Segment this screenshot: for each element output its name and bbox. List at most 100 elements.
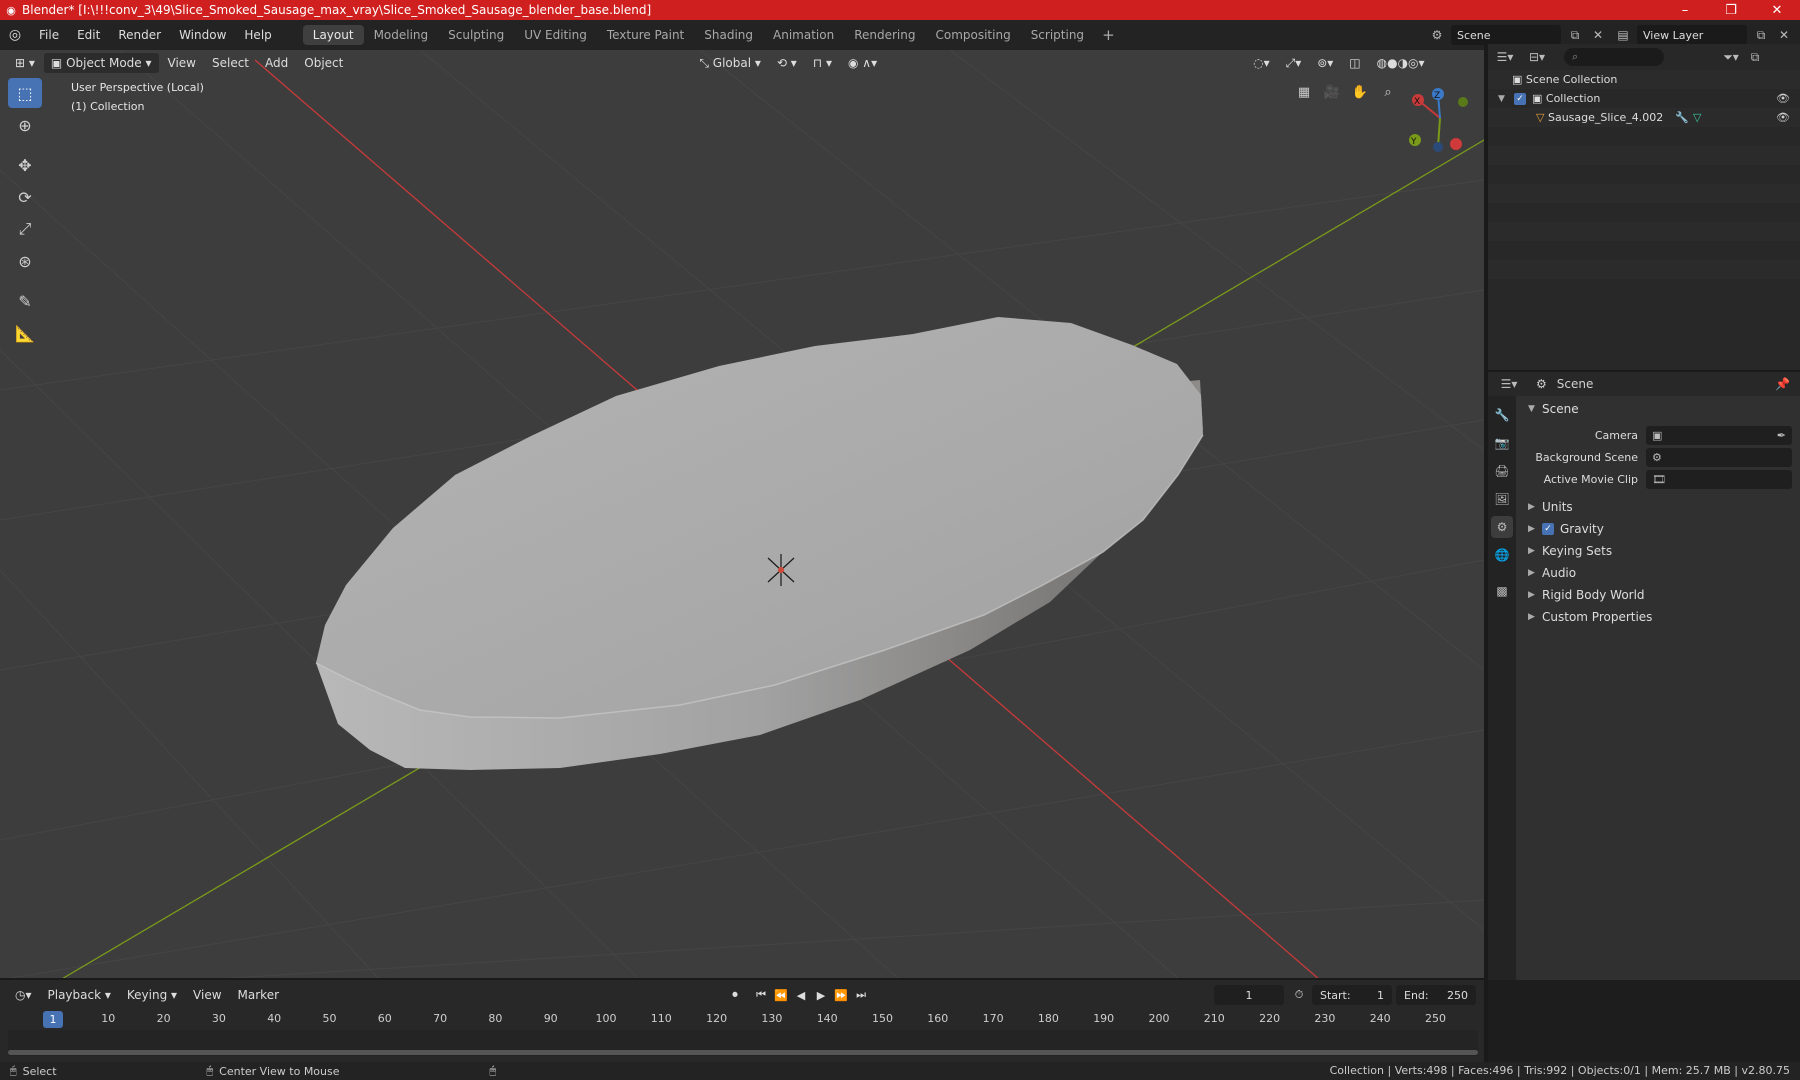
jump-keyframe-forward-icon[interactable]: ⏩ xyxy=(832,986,850,1004)
delete-scene-icon[interactable]: ✕ xyxy=(1589,26,1607,44)
camera-field[interactable]: ▣ ✒ xyxy=(1646,425,1792,445)
snap-icon[interactable]: ⊓ ▾ xyxy=(806,53,839,73)
menu-render[interactable]: Render xyxy=(109,28,170,42)
tab-scripting[interactable]: Scripting xyxy=(1021,25,1094,45)
view-layer-tab-icon[interactable]: 🖼 xyxy=(1491,488,1513,510)
transform-orientation-dropdown[interactable]: ⤡ Global ▾ xyxy=(692,53,768,73)
modifier-wrench-icon[interactable]: 🔧 xyxy=(1675,111,1689,124)
3d-viewport[interactable]: ⊞ ▾ ▣ Object Mode ▾ View Select Add Obje… xyxy=(0,50,1484,980)
add-menu[interactable]: Add xyxy=(258,53,295,73)
cursor-tool-icon[interactable]: ⊕ xyxy=(8,110,42,140)
background-scene-field[interactable]: ⚙ xyxy=(1646,447,1792,467)
add-workspace-icon[interactable]: + xyxy=(1094,26,1123,44)
tool-tab-icon[interactable]: 🔧 xyxy=(1491,404,1513,426)
tab-uv-editing[interactable]: UV Editing xyxy=(514,25,597,45)
play-reverse-icon[interactable]: ◀ xyxy=(792,986,810,1004)
collection-visibility-eye-icon[interactable]: 👁 xyxy=(1776,92,1790,105)
menu-file[interactable]: File xyxy=(30,28,68,42)
frame-ruler[interactable]: 1 10 20 30 40 50 60 70 80 90 100 110 120 130 140 150 16… xyxy=(8,1010,1478,1030)
units-section[interactable]: ▶ Units xyxy=(1516,496,1800,518)
outliner-row-scene-collection[interactable]: ▣ Scene Collection xyxy=(1488,70,1800,89)
toggle-perspective-icon[interactable]: ▦ xyxy=(1292,80,1316,104)
gravity-checkbox[interactable]: ✓ xyxy=(1542,523,1554,535)
minimize-button[interactable]: – xyxy=(1662,3,1708,18)
timeline-scrollbar[interactable] xyxy=(8,1050,1478,1055)
texture-tab-icon[interactable]: ▩ xyxy=(1491,580,1513,602)
active-movie-clip-field[interactable]: 🎞 xyxy=(1646,469,1792,489)
timeline-editor-type-icon[interactable]: ◷▾ xyxy=(8,985,39,1005)
record-icon[interactable]: ⏺ xyxy=(726,986,744,1004)
current-frame-indicator[interactable]: 1 xyxy=(43,1011,63,1028)
new-view-layer-icon[interactable]: ⧉ xyxy=(1752,26,1770,44)
xray-toggle-icon[interactable]: ◫ xyxy=(1342,53,1367,73)
transform-tool-icon[interactable]: ⊛ xyxy=(8,246,42,276)
measure-tool-icon[interactable]: 📐 xyxy=(8,318,42,348)
output-tab-icon[interactable]: 🖨 xyxy=(1491,460,1513,482)
shading-modes-icon[interactable]: ◍●◑◎▾ xyxy=(1370,53,1432,73)
overlay-toggle-icon[interactable]: ⊚▾ xyxy=(1310,53,1340,73)
editor-type-button[interactable]: ⊞ ▾ xyxy=(8,53,42,73)
collapse-arrow-icon[interactable]: ▼ xyxy=(1498,94,1514,104)
play-icon[interactable]: ▶ xyxy=(812,986,830,1004)
start-frame-field[interactable]: Start: 1 xyxy=(1312,985,1392,1005)
marker-menu[interactable]: Marker xyxy=(231,985,286,1005)
delete-view-layer-icon[interactable]: ✕ xyxy=(1775,26,1793,44)
tab-sculpting[interactable]: Sculpting xyxy=(438,25,514,45)
proportional-editing-icon[interactable]: ◉ ∧▾ xyxy=(841,53,884,73)
camera-view-icon[interactable]: 🎥 xyxy=(1320,80,1344,104)
menu-edit[interactable]: Edit xyxy=(68,28,109,42)
tab-animation[interactable]: Animation xyxy=(763,25,844,45)
new-collection-icon[interactable]: ⧉ xyxy=(1746,48,1764,66)
gravity-section[interactable]: ▶ ✓ Gravity xyxy=(1516,518,1800,540)
render-tab-icon[interactable]: 📷 xyxy=(1491,432,1513,454)
menu-help[interactable]: Help xyxy=(235,28,280,42)
rigid-body-world-section[interactable]: ▶ Rigid Body World xyxy=(1516,584,1800,606)
view-layer-icon[interactable]: ▤ xyxy=(1614,26,1632,44)
object-menu[interactable]: Object xyxy=(297,53,350,73)
menu-window[interactable]: Window xyxy=(170,28,235,42)
viewport-canvas[interactable] xyxy=(0,50,1484,980)
playback-menu[interactable]: Playback ▾ xyxy=(41,985,118,1005)
move-tool-icon[interactable]: ✥ xyxy=(8,150,42,180)
jump-end-icon[interactable]: ⏭ xyxy=(852,986,870,1004)
jump-start-icon[interactable]: ⏮ xyxy=(752,986,770,1004)
outliner-row-object[interactable]: ▽ Sausage_Slice_4.002 🔧 ▽ 👁 xyxy=(1488,108,1800,127)
view-layer-field[interactable]: View Layer xyxy=(1637,25,1747,45)
keying-sets-section[interactable]: ▶ Keying Sets xyxy=(1516,540,1800,562)
preview-range-icon[interactable]: ⏱ xyxy=(1290,986,1308,1004)
pivot-point-icon[interactable]: ⟲ ▾ xyxy=(770,53,804,73)
tab-modeling[interactable]: Modeling xyxy=(364,25,439,45)
object-mode-dropdown[interactable]: ▣ Object Mode ▾ xyxy=(43,53,159,73)
outliner-row-collection[interactable]: ▼ ✓ ▣ Collection 👁 xyxy=(1488,89,1800,108)
filter-icon[interactable]: ⏷▾ xyxy=(1722,48,1740,66)
audio-section[interactable]: ▶ Audio xyxy=(1516,562,1800,584)
view-menu[interactable]: View xyxy=(161,53,203,73)
custom-properties-section[interactable]: ▶ Custom Properties xyxy=(1516,606,1800,628)
tab-texture-paint[interactable]: Texture Paint xyxy=(597,25,694,45)
scene-tab-icon[interactable]: ⚙ xyxy=(1491,516,1513,538)
close-button[interactable]: ✕ xyxy=(1754,3,1800,18)
eyedropper-icon[interactable]: ✒ xyxy=(1777,429,1786,442)
scene-panel-header[interactable]: ▼ Scene xyxy=(1516,398,1800,420)
scale-tool-icon[interactable]: ⤢ xyxy=(8,214,42,244)
navigation-gizmo[interactable]: X Z Y xyxy=(1398,78,1478,158)
outliner-search-input[interactable]: ⌕ xyxy=(1564,48,1664,66)
outliner-editor-type-icon[interactable]: ☰▾ xyxy=(1496,48,1514,66)
blender-menu-icon[interactable]: ◎ xyxy=(0,27,30,43)
timeline-view-menu[interactable]: View xyxy=(186,985,228,1005)
end-frame-field[interactable]: End: 250 xyxy=(1396,985,1476,1005)
select-menu[interactable]: Select xyxy=(205,53,256,73)
new-scene-icon[interactable]: ⧉ xyxy=(1566,26,1584,44)
scene-name-field[interactable]: Scene xyxy=(1451,25,1561,45)
tab-shading[interactable]: Shading xyxy=(694,25,763,45)
visibility-icon[interactable]: ◌▾ xyxy=(1246,53,1277,73)
world-tab-icon[interactable]: 🌐 xyxy=(1491,544,1513,566)
tab-rendering[interactable]: Rendering xyxy=(844,25,925,45)
display-mode-icon[interactable]: ⊟▾ xyxy=(1528,48,1546,66)
tab-layout[interactable]: Layout xyxy=(302,25,364,45)
select-box-tool-icon[interactable]: ⬚ xyxy=(8,78,42,108)
jump-keyframe-back-icon[interactable]: ⏪ xyxy=(772,986,790,1004)
object-visibility-eye-icon[interactable]: 👁 xyxy=(1776,111,1790,124)
keying-menu[interactable]: Keying ▾ xyxy=(120,985,184,1005)
collection-checkbox[interactable]: ✓ xyxy=(1514,92,1526,105)
